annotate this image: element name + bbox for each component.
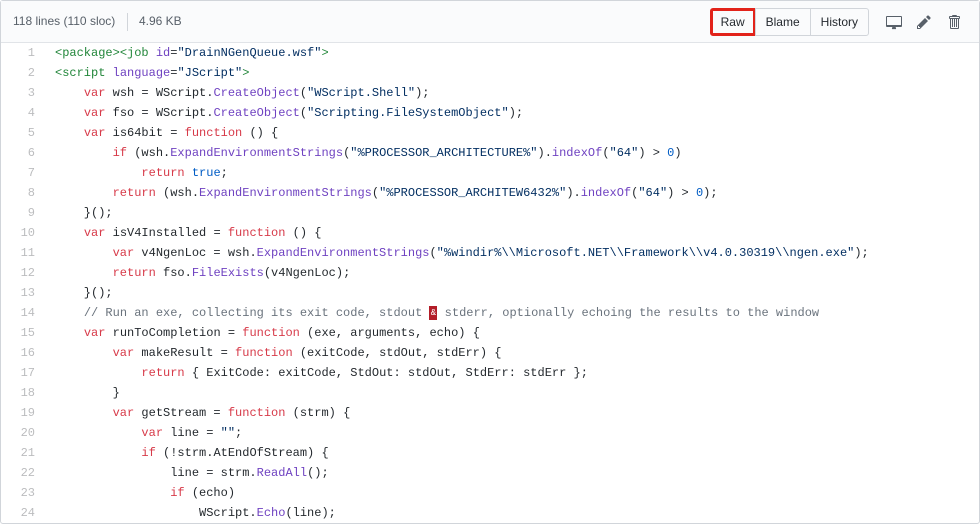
- code-row: 22 line = strm.ReadAll();: [1, 463, 979, 483]
- code-row: 16 var makeResult = function (exitCode, …: [1, 343, 979, 363]
- code-row: 1<package><job id="DrainNGenQueue.wsf">: [1, 43, 979, 63]
- code-line[interactable]: }: [45, 383, 979, 403]
- code-line[interactable]: if (echo): [45, 483, 979, 503]
- code-line[interactable]: var getStream = function (strm) {: [45, 403, 979, 423]
- line-number[interactable]: 13: [1, 283, 45, 303]
- code-row: 13 }();: [1, 283, 979, 303]
- raw-button[interactable]: Raw: [710, 8, 756, 36]
- file-info: 118 lines (110 sloc) 4.96 KB: [13, 13, 182, 31]
- code-line[interactable]: var v4NgenLoc = wsh.ExpandEnvironmentStr…: [45, 243, 979, 263]
- line-number[interactable]: 15: [1, 323, 45, 343]
- line-number[interactable]: 23: [1, 483, 45, 503]
- line-number[interactable]: 12: [1, 263, 45, 283]
- button-group: Raw Blame History: [710, 8, 869, 36]
- code-row: 9 }();: [1, 203, 979, 223]
- line-number[interactable]: 17: [1, 363, 45, 383]
- code-row: 20 var line = "";: [1, 423, 979, 443]
- code-row: 5 var is64bit = function () {: [1, 123, 979, 143]
- code-line[interactable]: var runToCompletion = function (exe, arg…: [45, 323, 979, 343]
- code-row: 14 // Run an exe, collecting its exit co…: [1, 303, 979, 323]
- code-line[interactable]: WScript.Echo(line);: [45, 503, 979, 523]
- code-line[interactable]: return { ExitCode: exitCode, StdOut: std…: [45, 363, 979, 383]
- line-number[interactable]: 1: [1, 43, 45, 63]
- file-header: 118 lines (110 sloc) 4.96 KB Raw Blame H…: [1, 1, 979, 43]
- code-line[interactable]: <package><job id="DrainNGenQueue.wsf">: [45, 43, 979, 63]
- line-number[interactable]: 16: [1, 343, 45, 363]
- code-line[interactable]: var wsh = WScript.CreateObject("WScript.…: [45, 83, 979, 103]
- code-row: 19 var getStream = function (strm) {: [1, 403, 979, 423]
- code-line[interactable]: // Run an exe, collecting its exit code,…: [45, 303, 979, 323]
- line-number[interactable]: 11: [1, 243, 45, 263]
- file-container: 118 lines (110 sloc) 4.96 KB Raw Blame H…: [0, 0, 980, 524]
- code-line[interactable]: if (!strm.AtEndOfStream) {: [45, 443, 979, 463]
- line-number[interactable]: 24: [1, 503, 45, 523]
- code-area: 1<package><job id="DrainNGenQueue.wsf">2…: [1, 43, 979, 523]
- code-line[interactable]: line = strm.ReadAll();: [45, 463, 979, 483]
- code-row: 21 if (!strm.AtEndOfStream) {: [1, 443, 979, 463]
- code-line[interactable]: return fso.FileExists(v4NgenLoc);: [45, 263, 979, 283]
- code-row: 3 var wsh = WScript.CreateObject("WScrip…: [1, 83, 979, 103]
- code-row: 8 return (wsh.ExpandEnvironmentStrings("…: [1, 183, 979, 203]
- code-row: 18 }: [1, 383, 979, 403]
- line-number[interactable]: 4: [1, 103, 45, 123]
- line-number[interactable]: 18: [1, 383, 45, 403]
- history-button[interactable]: History: [810, 8, 869, 36]
- divider: [127, 13, 128, 31]
- code-row: 11 var v4NgenLoc = wsh.ExpandEnvironment…: [1, 243, 979, 263]
- line-number[interactable]: 3: [1, 83, 45, 103]
- pencil-icon[interactable]: [911, 9, 937, 35]
- code-line[interactable]: var makeResult = function (exitCode, std…: [45, 343, 979, 363]
- line-number[interactable]: 22: [1, 463, 45, 483]
- code-row: 6 if (wsh.ExpandEnvironmentStrings("%PRO…: [1, 143, 979, 163]
- line-number[interactable]: 10: [1, 223, 45, 243]
- code-line[interactable]: var fso = WScript.CreateObject("Scriptin…: [45, 103, 979, 123]
- file-size: 4.96 KB: [139, 14, 182, 28]
- code-row: 4 var fso = WScript.CreateObject("Script…: [1, 103, 979, 123]
- code-line[interactable]: <script language="JScript">: [45, 63, 979, 83]
- line-number[interactable]: 5: [1, 123, 45, 143]
- file-actions: Raw Blame History: [710, 8, 967, 36]
- line-number[interactable]: 21: [1, 443, 45, 463]
- code-row: 10 var isV4Installed = function () {: [1, 223, 979, 243]
- code-line[interactable]: return true;: [45, 163, 979, 183]
- line-number[interactable]: 8: [1, 183, 45, 203]
- line-number[interactable]: 7: [1, 163, 45, 183]
- code-line[interactable]: var is64bit = function () {: [45, 123, 979, 143]
- desktop-icon[interactable]: [881, 9, 907, 35]
- code-line[interactable]: }();: [45, 203, 979, 223]
- code-row: 17 return { ExitCode: exitCode, StdOut: …: [1, 363, 979, 383]
- line-number[interactable]: 2: [1, 63, 45, 83]
- code-row: 7 return true;: [1, 163, 979, 183]
- line-number[interactable]: 20: [1, 423, 45, 443]
- code-line[interactable]: if (wsh.ExpandEnvironmentStrings("%PROCE…: [45, 143, 979, 163]
- code-line[interactable]: var isV4Installed = function () {: [45, 223, 979, 243]
- code-line[interactable]: return (wsh.ExpandEnvironmentStrings("%P…: [45, 183, 979, 203]
- blame-button[interactable]: Blame: [755, 8, 811, 36]
- code-row: 12 return fso.FileExists(v4NgenLoc);: [1, 263, 979, 283]
- line-number[interactable]: 19: [1, 403, 45, 423]
- code-line[interactable]: var line = "";: [45, 423, 979, 443]
- code-row: 24 WScript.Echo(line);: [1, 503, 979, 523]
- code-row: 15 var runToCompletion = function (exe, …: [1, 323, 979, 343]
- line-number[interactable]: 6: [1, 143, 45, 163]
- code-row: 2<script language="JScript">: [1, 63, 979, 83]
- line-number[interactable]: 9: [1, 203, 45, 223]
- line-number[interactable]: 14: [1, 303, 45, 323]
- code-line[interactable]: }();: [45, 283, 979, 303]
- trash-icon[interactable]: [941, 9, 967, 35]
- code-row: 23 if (echo): [1, 483, 979, 503]
- line-count: 118 lines (110 sloc): [13, 14, 115, 28]
